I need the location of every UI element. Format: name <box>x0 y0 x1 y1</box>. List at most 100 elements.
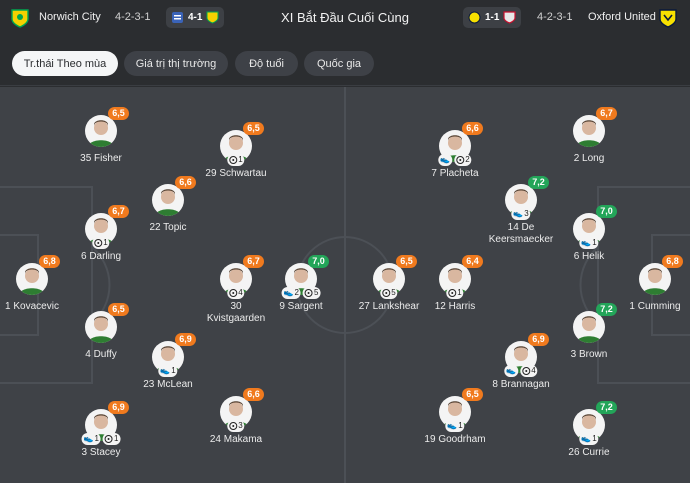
goal-badge: 3 <box>227 420 245 432</box>
player-name: 19 Goodrham <box>424 434 486 445</box>
badge-count: 1 <box>592 434 597 443</box>
player-rating-badge: 6,9 <box>175 333 196 346</box>
player-card[interactable]: 6,8 1 Kovacevic <box>0 255 87 313</box>
player-card[interactable]: 6,6 3 24 Makama <box>181 388 291 446</box>
ball-icon <box>456 156 465 164</box>
player-card[interactable]: 7,2 👟 1 26 Currie <box>534 401 644 459</box>
opponent-crest-icon <box>503 11 517 24</box>
badge-count: 1 <box>458 421 463 430</box>
player-card[interactable]: 6,4 1 12 Harris <box>400 255 510 313</box>
player-rating-badge: 6,7 <box>108 205 129 218</box>
player-card[interactable]: 6,5 👟 1 19 Goodrham <box>400 388 510 446</box>
boot-icon: 👟 <box>283 288 294 297</box>
player-avatar-wrap: 6,5 👟 1 <box>439 388 483 432</box>
assist-badge: 👟 <box>438 154 453 166</box>
tab-market-value[interactable]: Giá trị thị trường <box>124 51 228 76</box>
badge-count: 4 <box>531 366 536 375</box>
player-rating-badge: 7,0 <box>308 255 329 268</box>
player-rating-badge: 6,4 <box>462 255 483 268</box>
player-card[interactable]: 7,0 👟 1 6 Helik <box>534 205 644 263</box>
ball-icon <box>304 289 313 297</box>
tab-age[interactable]: Độ tuổi <box>235 51 298 76</box>
player-card[interactable]: 6,7 1 6 Darling <box>46 205 156 263</box>
player-name: 2 Long <box>573 153 605 164</box>
player-event-badges: 👟 3 <box>511 208 531 220</box>
player-avatar-wrap: 6,6 👟 2 <box>438 122 483 166</box>
oxford-crest-icon[interactable] <box>658 8 678 28</box>
player-avatar-wrap: 6,7 <box>573 107 617 147</box>
boot-icon: 👟 <box>581 238 592 247</box>
player-name: 35 Fisher <box>80 153 122 164</box>
assist-badge: 👟 1 <box>579 433 599 445</box>
away-prev-score: 1-1 <box>485 12 500 23</box>
badge-count: 5 <box>313 288 319 297</box>
player-event-badges: 👟 1 <box>158 365 178 377</box>
boot-icon: 👟 <box>581 434 592 443</box>
badge-count: 5 <box>391 288 396 297</box>
pitch: 6,5 35 Fisher 6,5 1 29 Schwartau 6,6 22 Topic 6… <box>0 87 690 483</box>
goal-badge: 1 <box>102 433 121 445</box>
player-name: 12 Harris <box>434 301 476 312</box>
player-rating-badge: 6,8 <box>662 255 683 268</box>
player-avatar-wrap: 7,2 👟 3 <box>505 176 549 220</box>
player-avatar-wrap: 6,9 👟 4 <box>504 333 549 377</box>
assist-badge: 👟 1 <box>579 237 599 249</box>
player-event-badges: 👟 2 5 <box>281 287 321 299</box>
player-avatar-wrap: 6,4 1 <box>439 255 483 299</box>
player-event-badges: 1 <box>227 154 245 166</box>
player-name: 26 Currie <box>568 447 610 458</box>
badge-count: 1 <box>171 366 176 375</box>
goal-badge: 4 <box>227 287 245 299</box>
oxford-mini-crest-icon <box>468 11 481 24</box>
player-rating-badge: 6,5 <box>462 388 483 401</box>
away-team-name[interactable]: Oxford United <box>588 11 656 23</box>
page-title: XI Bắt Đầu Cuối Cùng <box>281 10 409 25</box>
goal-badge: 2 <box>454 154 472 166</box>
away-prev-result[interactable]: 1-1 <box>463 7 522 28</box>
player-avatar-wrap: 6,6 <box>152 176 196 216</box>
tab-nationality[interactable]: Quốc gia <box>304 51 374 76</box>
player-event-badges: 👟 1 <box>445 420 465 432</box>
player-card[interactable]: 6,5 35 Fisher <box>46 107 156 165</box>
tab-season-form[interactable]: Tr.thái Theo mùa <box>12 51 118 76</box>
player-event-badges: 👟 1 1 <box>81 433 121 445</box>
player-avatar-wrap: 6,8 <box>16 255 60 295</box>
goal-badge: 1 <box>92 237 110 249</box>
player-rating-badge: 6,6 <box>243 388 264 401</box>
player-event-badges: 👟 1 <box>579 237 599 249</box>
player-name: 29 Schwartau <box>205 168 267 179</box>
ball-icon <box>229 289 238 297</box>
ball-icon <box>522 367 531 375</box>
player-card[interactable]: 6,9 👟 1 1 3 Stacey <box>46 401 156 459</box>
player-event-badges: 👟 1 <box>579 433 599 445</box>
badge-count: 1 <box>94 434 99 443</box>
boot-icon: 👟 <box>440 155 451 164</box>
ball-icon <box>382 289 391 297</box>
player-event-badges: 5 <box>380 287 398 299</box>
ball-icon <box>104 435 113 443</box>
player-rating-badge: 6,9 <box>108 401 129 414</box>
player-rating-badge: 7,2 <box>528 176 549 189</box>
ball-icon <box>229 422 238 430</box>
player-name: 3 Stacey <box>81 447 121 458</box>
player-avatar-wrap: 7,0 👟 1 <box>573 205 617 249</box>
assist-badge: 👟 <box>504 365 519 377</box>
player-avatar-wrap: 6,5 <box>85 303 129 343</box>
badge-count: 3 <box>238 421 243 430</box>
player-avatar-wrap: 6,5 <box>85 107 129 147</box>
boot-icon: 👟 <box>83 434 94 443</box>
player-avatar-wrap: 6,6 3 <box>220 388 264 432</box>
player-card[interactable]: 6,6 👟 2 7 Placheta <box>400 122 510 180</box>
player-card[interactable]: 6,9 👟 1 23 McLean <box>113 333 223 391</box>
stat-tabs: Tr.thái Theo mùa Giá trị thị trường Độ t… <box>0 36 690 86</box>
player-card[interactable]: 6,9 👟 4 8 Brannagan <box>466 333 576 391</box>
player-avatar-wrap: 7,2 <box>573 303 617 343</box>
goal-badge: 1 <box>227 154 245 166</box>
player-card[interactable]: 6,7 2 Long <box>534 107 644 165</box>
badge-count: 1 <box>592 238 597 247</box>
boot-icon: 👟 <box>506 366 517 375</box>
player-card[interactable]: 6,5 1 29 Schwartau <box>181 122 291 180</box>
player-avatar-wrap: 6,9 👟 1 <box>152 333 196 377</box>
assist-badge: 👟 2 <box>281 287 301 299</box>
player-event-badges: 3 <box>227 420 245 432</box>
